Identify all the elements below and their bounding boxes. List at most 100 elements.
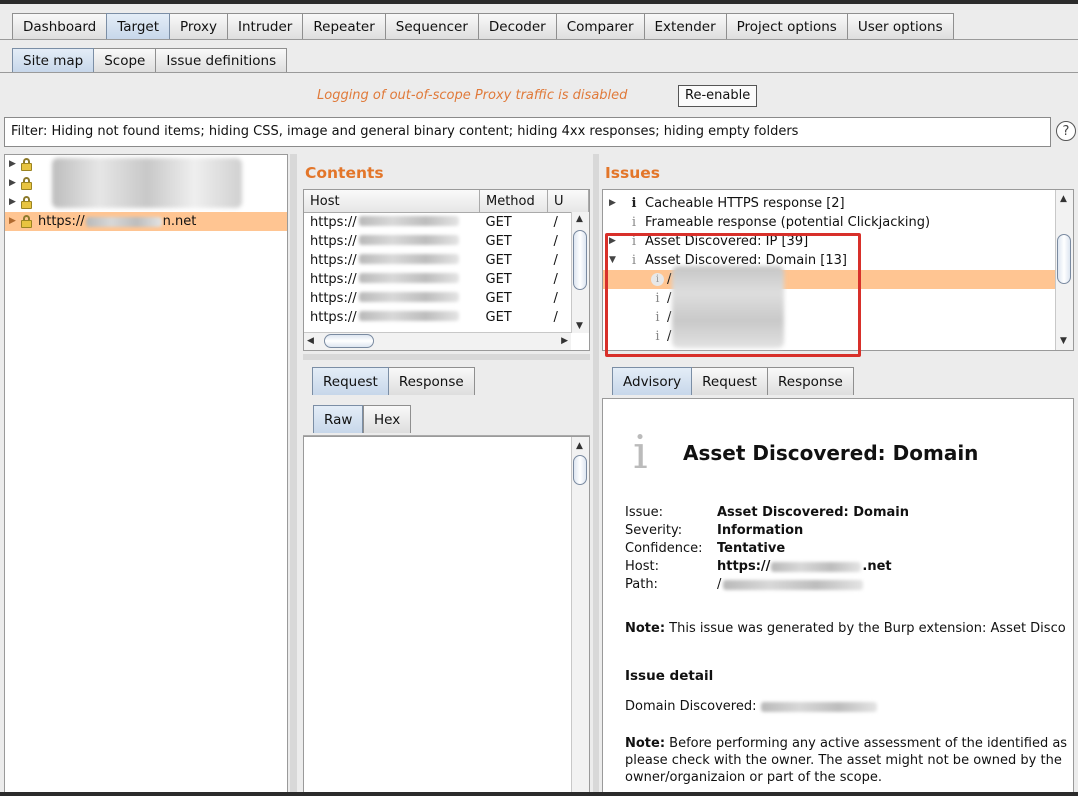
field-host: Host: https://.net	[625, 559, 892, 574]
redacted-hosts	[52, 158, 242, 208]
tab-intruder[interactable]: Intruder	[227, 13, 304, 39]
redacted-text	[358, 273, 459, 283]
field-severity: Severity: Information	[625, 523, 804, 538]
scroll-up-icon[interactable]: ▲	[576, 214, 583, 224]
expand-arrow-icon[interactable]: ▶	[603, 194, 623, 213]
scroll-thumb[interactable]	[324, 334, 374, 348]
lock-icon	[21, 214, 34, 229]
scroll-up-icon[interactable]: ▲	[1060, 194, 1067, 204]
tab-comparer[interactable]: Comparer	[555, 13, 645, 39]
scroll-thumb[interactable]	[573, 230, 587, 290]
field-issue: Issue: Asset Discovered: Domain	[625, 505, 910, 520]
vertical-splitter[interactable]	[593, 154, 599, 792]
scroll-left-icon[interactable]: ◀	[307, 336, 314, 346]
tab-decoder[interactable]: Decoder	[477, 13, 557, 39]
advisory-panel: i Asset Discovered: Domain Issue: Asset D…	[602, 398, 1074, 792]
redacted-text	[723, 580, 864, 590]
redacted-text	[358, 292, 459, 302]
column-header-method[interactable]: Method	[479, 190, 548, 213]
advisory-tabs: Advisory Request Response	[612, 365, 854, 395]
tab-response[interactable]: Response	[387, 367, 475, 395]
scroll-down-icon[interactable]: ▼	[576, 321, 583, 331]
table-row[interactable]: https://GET /	[304, 308, 589, 327]
info-icon: i	[631, 253, 637, 268]
tab-issue-definitions[interactable]: Issue definitions	[155, 48, 288, 72]
tab-user-options[interactable]: User options	[846, 13, 954, 39]
issue-item[interactable]: ▶ i Asset Discovered: IP [39]	[603, 232, 1073, 251]
tab-target[interactable]: Target	[106, 13, 171, 39]
advisory-title: Asset Discovered: Domain	[683, 441, 979, 465]
issues-vertical-scrollbar[interactable]: ▲ ▼	[1055, 190, 1073, 350]
issues-title: Issues	[605, 164, 660, 182]
contents-title: Contents	[305, 164, 384, 182]
expand-arrow-icon[interactable]: ▶	[9, 174, 21, 193]
tab-dashboard[interactable]: Dashboard	[12, 13, 108, 39]
contents-horizontal-scrollbar[interactable]: ◀ ▶	[304, 332, 571, 350]
column-header-host[interactable]: Host	[304, 190, 480, 213]
scroll-up-icon[interactable]: ▲	[576, 441, 583, 451]
info-icon: i	[655, 310, 660, 325]
lock-icon	[21, 176, 34, 191]
redacted-text	[85, 216, 162, 227]
scroll-thumb[interactable]	[573, 455, 587, 485]
expand-arrow-icon[interactable]: ▶	[603, 232, 623, 251]
tab-repeater[interactable]: Repeater	[302, 13, 386, 39]
tab-hex[interactable]: Hex	[363, 405, 412, 433]
tab-raw[interactable]: Raw	[313, 405, 364, 433]
redacted-text	[358, 235, 459, 245]
tree-node-label: https://	[38, 214, 85, 229]
scroll-down-icon[interactable]: ▼	[1060, 336, 1067, 346]
tab-proxy[interactable]: Proxy	[169, 13, 228, 39]
scroll-right-icon[interactable]: ▶	[561, 336, 568, 346]
field-path: Path: /	[625, 576, 909, 594]
tab-issue-response[interactable]: Response	[766, 367, 854, 395]
expand-arrow-icon[interactable]: ▶	[9, 155, 21, 174]
tab-sequencer[interactable]: Sequencer	[384, 13, 479, 39]
tab-scope[interactable]: Scope	[93, 48, 157, 72]
expand-arrow-icon[interactable]: ▶	[9, 212, 21, 231]
field-confidence: Confidence: Tentative	[625, 541, 786, 556]
table-row[interactable]: https://GET /	[304, 213, 589, 233]
info-icon: i	[633, 425, 648, 479]
filter-bar[interactable]: Filter: Hiding not found items; hiding C…	[4, 117, 1051, 147]
contents-vertical-scrollbar[interactable]: ▲ ▼	[571, 212, 589, 333]
issue-item[interactable]: ▶ i Cacheable HTTPS response [2]	[603, 194, 1073, 213]
redacted-paths	[672, 266, 784, 348]
column-header-url[interactable]: U	[547, 190, 589, 213]
logging-message: Logging of out-of-scope Proxy traffic is…	[317, 88, 628, 103]
tab-project-options[interactable]: Project options	[725, 13, 848, 39]
raw-hex-tab-bar: Raw Hex	[303, 403, 590, 436]
lock-icon	[21, 195, 34, 210]
info-icon: i	[631, 234, 637, 249]
request-vertical-scrollbar[interactable]: ▲	[571, 437, 589, 792]
vertical-splitter[interactable]	[290, 154, 297, 792]
request-editor[interactable]: ▲	[303, 436, 590, 792]
table-row[interactable]: https://GET /	[304, 270, 589, 289]
issue-item[interactable]: i Frameable response (potential Clickjack…	[603, 213, 1073, 232]
info-icon: i	[631, 215, 637, 230]
redacted-text	[771, 562, 862, 572]
table-row[interactable]: https://GET /	[304, 232, 589, 251]
tab-site-map[interactable]: Site map	[12, 48, 95, 72]
help-icon[interactable]: ?	[1056, 121, 1076, 141]
burp-window: Dashboard Target Proxy Intruder Repeater…	[0, 4, 1078, 792]
scroll-thumb[interactable]	[1057, 234, 1071, 284]
horizontal-splitter[interactable]	[303, 354, 590, 360]
issue-detail-heading: Issue detail	[625, 668, 714, 684]
tree-node-selected[interactable]: ▶ https:// n.net	[5, 212, 287, 231]
site-map-tree: ▶ ▶ ▶ ▶ https:// n.net	[4, 154, 288, 792]
redacted-text	[358, 254, 459, 264]
tab-advisory[interactable]: Advisory	[612, 367, 693, 395]
collapse-arrow-icon[interactable]: ▼	[603, 251, 623, 270]
table-row[interactable]: https://GET /	[304, 289, 589, 308]
table-row[interactable]: https://GET /	[304, 251, 589, 270]
tab-issue-request[interactable]: Request	[691, 367, 768, 395]
re-enable-button[interactable]: Re-enable	[678, 85, 758, 107]
redacted-text	[760, 701, 877, 712]
info-icon: i	[631, 196, 637, 211]
expand-arrow-icon[interactable]: ▶	[9, 193, 21, 212]
issue-fields: Issue: Asset Discovered: Domain Severity:…	[625, 504, 909, 594]
tab-request[interactable]: Request	[312, 367, 389, 395]
contents-table: Host Method U https://GET / https://GET / …	[303, 189, 590, 351]
tab-extender[interactable]: Extender	[643, 13, 727, 39]
